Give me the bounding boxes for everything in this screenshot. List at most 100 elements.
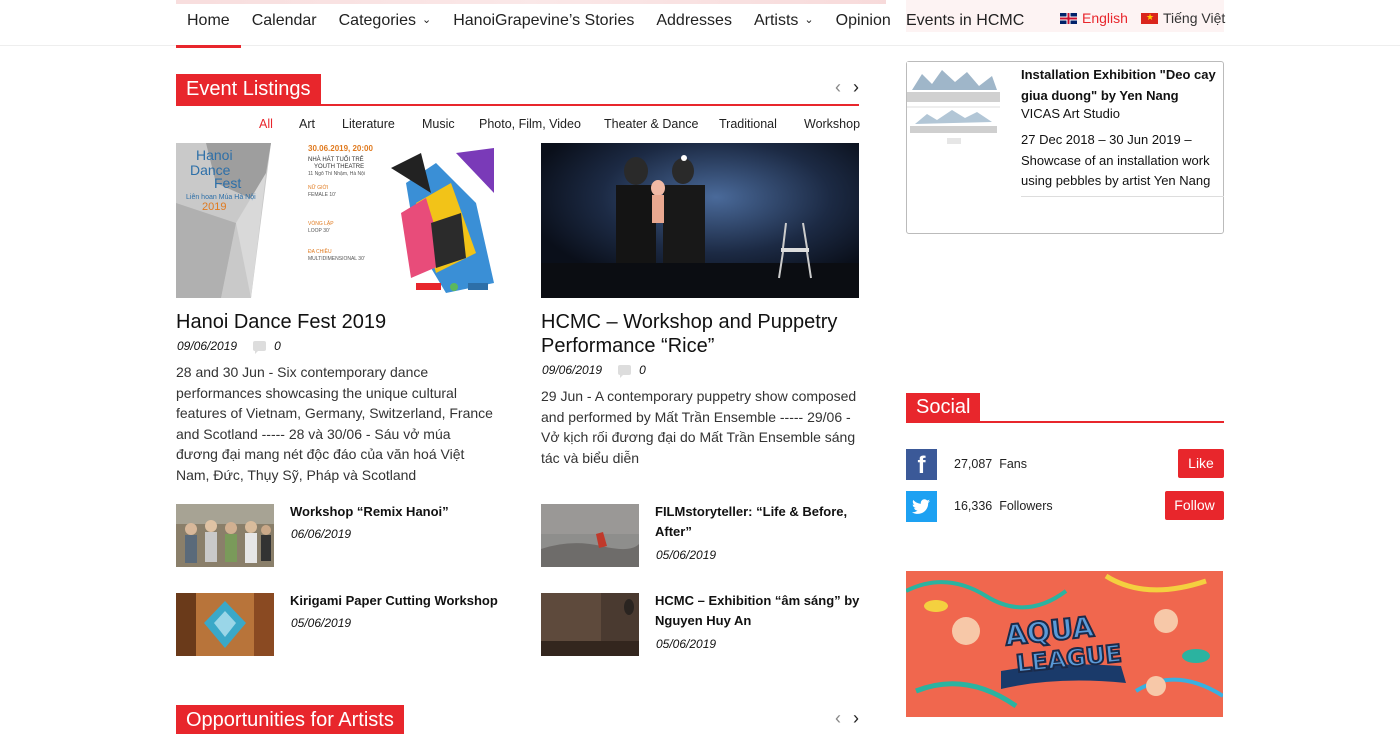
carousel-arrows: ‹ › [835, 78, 859, 96]
section-title: Event Listings [176, 74, 321, 104]
filter-photo-film-video[interactable]: Photo, Film, Video [479, 117, 581, 131]
nav-item-stories[interactable]: HanoiGrapevine’s Stories [442, 0, 645, 44]
sidebar-feature-venue: VICAS Art Studio [1021, 106, 1120, 121]
divider [1021, 196, 1224, 197]
list-date: 05/06/2019 [656, 548, 717, 562]
social-header: Social [906, 393, 1224, 423]
chevron-left-icon[interactable]: ‹ [835, 78, 841, 96]
exhibition-photo-thumb [541, 593, 639, 656]
twitter-follow-button[interactable]: Follow [1165, 491, 1224, 520]
svg-text:MULTIDIMENSIONAL 30': MULTIDIMENSIONAL 30' [308, 256, 365, 262]
facebook-like-button[interactable]: Like [1178, 449, 1224, 478]
svg-text:30.06.2019, 20:00: 30.06.2019, 20:00 [308, 144, 373, 153]
post-date: 09/06/2019 [177, 339, 238, 353]
comment-icon [618, 365, 632, 378]
film-still-thumb [541, 504, 639, 567]
sidebar-feature-desc: 27 Dec 2018 – 30 Jun 2019 – Showcase of … [1021, 132, 1211, 188]
comment-icon [253, 341, 267, 354]
event-listings-header: Event Listings ‹ › [176, 74, 859, 106]
nav-item-addresses[interactable]: Addresses [645, 0, 743, 44]
list-thumb-filmstoryteller[interactable] [541, 504, 639, 567]
featured-title-puppetry-rice[interactable]: HCMC – Workshop and Puppetry Performance… [541, 310, 861, 358]
nav-item-categories[interactable]: Categories ⌄ [328, 0, 443, 44]
filter-art[interactable]: Art [299, 117, 315, 131]
chevron-right-icon[interactable]: › [853, 709, 859, 727]
featured-image-puppetry-rice[interactable] [541, 143, 859, 298]
svg-text:Liên hoan Múa Hà Nội: Liên hoan Múa Hà Nội [186, 194, 256, 201]
section-title: Opportunities for Artists [176, 705, 404, 734]
chevron-down-icon: ⌄ [804, 14, 814, 26]
sidebar-feature-title[interactable]: Installation Exhibition "Deo cay giua du… [1021, 64, 1221, 106]
svg-text:ĐA CHIỀU: ĐA CHIỀU [308, 248, 332, 255]
main-navbar: Home Calendar Categories ⌄ HanoiGrapevine… [0, 0, 1400, 48]
chevron-right-icon[interactable]: › [853, 78, 859, 96]
twitter-count: 16,336 Followers [954, 499, 1053, 513]
svg-text:FEMALE 10': FEMALE 10' [308, 192, 336, 198]
aqua-league-illustration: AQUA LEAGUE [906, 571, 1223, 717]
installation-sketch-thumb [907, 62, 1000, 157]
sidebar-ad-banner[interactable]: AQUA LEAGUE [906, 571, 1223, 717]
twitter-icon[interactable] [906, 491, 937, 522]
svg-text:VÒNG LẶP: VÒNG LẶP [308, 220, 334, 227]
post-date: 09/06/2019 [542, 363, 603, 377]
list-date: 05/06/2019 [291, 616, 352, 630]
language-vietnamese-link[interactable]: Tiếng Việt [1141, 10, 1225, 26]
svg-text:LOOP 30': LOOP 30' [308, 228, 330, 234]
list-date: 06/06/2019 [291, 527, 352, 541]
facebook-icon[interactable]: f [906, 449, 937, 480]
category-filter-tabs: All Art Literature Music Photo, Film, Vi… [176, 117, 860, 133]
svg-text:Hanoi: Hanoi [196, 147, 233, 163]
nav-item-artists[interactable]: Artists ⌄ [743, 0, 825, 44]
facebook-count: 27,087 Fans [954, 457, 1027, 471]
group-photo-thumb [176, 504, 274, 567]
nav-item-home[interactable]: Home [176, 0, 241, 48]
twitter-row: 16,336 Followers Follow [906, 491, 1224, 522]
list-title[interactable]: FILMstoryteller: “Life & Before, After” [655, 502, 865, 542]
list-title[interactable]: Kirigami Paper Cutting Workshop [290, 591, 500, 611]
filter-workshop[interactable]: Workshop [804, 117, 860, 131]
svg-text:2019: 2019 [202, 201, 226, 213]
nav-item-opinion[interactable]: Opinion [825, 0, 902, 44]
twitter-bird-icon [912, 499, 930, 514]
dance-fest-poster: Hanoi Dance Fest Liên hoan Múa Hà Nội 20… [176, 143, 494, 298]
filter-traditional[interactable]: Traditional [719, 117, 777, 131]
opportunities-header: Opportunities for Artists ‹ › [176, 705, 859, 734]
filter-music[interactable]: Music [422, 117, 455, 131]
sidebar-feature-card[interactable]: Installation Exhibition "Deo cay giua du… [906, 61, 1224, 234]
nav-menu: Home Calendar Categories ⌄ HanoiGrapevine… [176, 0, 902, 48]
list-thumb-kirigami[interactable] [176, 593, 274, 656]
featured-meta: 09/06/2019 0 [542, 363, 646, 378]
nav-item-events-hcmc[interactable]: Events in HCMC [906, 0, 1024, 42]
svg-text:Fest: Fest [214, 175, 241, 191]
featured-meta: 09/06/2019 0 [177, 339, 281, 354]
kirigami-photo-thumb [176, 593, 274, 656]
facebook-row: f 27,087 Fans Like [906, 449, 1224, 480]
featured-image-hanoi-dance-fest[interactable]: Hanoi Dance Fest Liên hoan Múa Hà Nội 20… [176, 143, 494, 298]
filter-theater-dance[interactable]: Theater & Dance [604, 117, 699, 131]
comment-count[interactable]: 0 [639, 363, 646, 377]
list-thumb-am-sang[interactable] [541, 593, 639, 656]
nav-item-calendar[interactable]: Calendar [241, 0, 328, 44]
list-thumb-remix-hanoi[interactable] [176, 504, 274, 567]
featured-excerpt: 28 and 30 Jun - Six contemporary dance p… [176, 364, 493, 483]
language-english-link[interactable]: English [1060, 10, 1128, 26]
filter-all[interactable]: All [259, 117, 273, 131]
chevron-down-icon: ⌄ [422, 14, 432, 26]
featured-excerpt: 29 Jun - A contemporary puppetry show co… [541, 388, 857, 466]
sidebar-feature-thumb[interactable] [907, 62, 1000, 157]
section-title: Social [906, 393, 985, 421]
svg-text:YOUTH THEATRE: YOUTH THEATRE [314, 164, 364, 170]
comment-count[interactable]: 0 [274, 339, 281, 353]
svg-text:NHÀ HÁT TUỔI TRẺ: NHÀ HÁT TUỔI TRẺ [308, 156, 364, 163]
uk-flag-icon [1060, 12, 1077, 24]
svg-text:NỮ GIỚI: NỮ GIỚI [308, 184, 328, 191]
featured-title-hanoi-dance-fest[interactable]: Hanoi Dance Fest 2019 [176, 310, 496, 334]
vietnam-flag-icon [1141, 12, 1158, 24]
chevron-left-icon[interactable]: ‹ [835, 709, 841, 727]
filter-literature[interactable]: Literature [342, 117, 395, 131]
svg-text:11 Ngô Thì Nhậm, Hà Nội: 11 Ngô Thì Nhậm, Hà Nội [308, 171, 365, 177]
puppetry-stage-photo [541, 143, 859, 298]
list-date: 05/06/2019 [656, 637, 717, 651]
list-title[interactable]: HCMC – Exhibition “âm sáng” by Nguyen Hu… [655, 591, 865, 631]
list-title[interactable]: Workshop “Remix Hanoi” [290, 502, 500, 522]
